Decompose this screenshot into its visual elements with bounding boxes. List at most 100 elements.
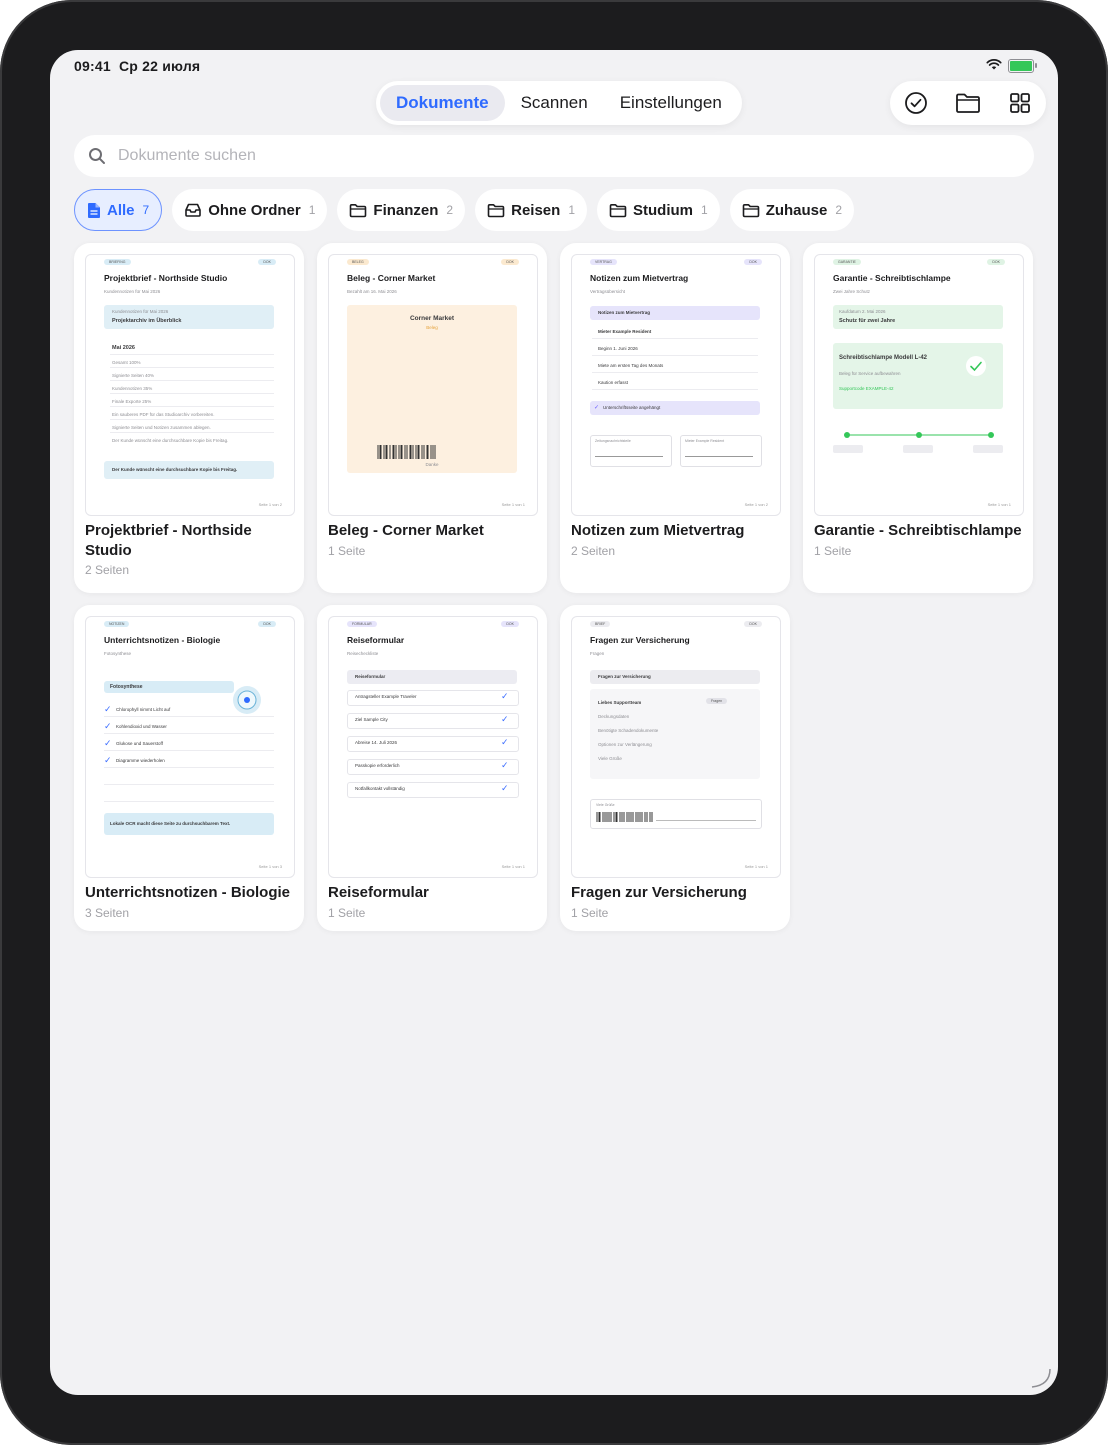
tray-icon bbox=[185, 203, 202, 217]
preview-line: Antragsteller Example Traveler bbox=[355, 694, 417, 699]
document-thumbnail: GARANTIE DOK Garantie - Schreibtischlamp… bbox=[814, 254, 1024, 516]
status-date: Ср 22 июля bbox=[119, 58, 201, 74]
select-button[interactable] bbox=[898, 85, 934, 121]
document-page-count: 1 Seite bbox=[328, 906, 366, 920]
preview-section: Fragen zur Versicherung bbox=[598, 674, 651, 679]
preview-tag: BRIEFING bbox=[104, 259, 131, 265]
preview-line: Miete am ersten Tag des Monats bbox=[598, 363, 664, 368]
folder-icon bbox=[609, 203, 627, 217]
filter-chip-zuhause[interactable]: Zuhause 2 bbox=[729, 189, 855, 231]
preview-line: Optionen zur Verlängerung bbox=[598, 742, 652, 747]
signature-left: Zeitungsnachrichtsteile bbox=[595, 439, 631, 443]
preview-line: Beginn 1. Juni 2026 bbox=[598, 346, 638, 351]
checkmark-circle-icon bbox=[905, 92, 927, 114]
barcode-icon bbox=[377, 445, 436, 459]
document-title: Notizen zum Mietvertrag bbox=[571, 522, 745, 539]
preview-line: Abreise 14. Juli 2026 bbox=[355, 740, 398, 745]
preview-meta: Zwei Jahre Schutz bbox=[833, 289, 871, 294]
document-card-garantie[interactable]: GARANTIE DOK Garantie - Schreibtischlamp… bbox=[803, 243, 1033, 593]
tab-scannen[interactable]: Scannen bbox=[505, 85, 604, 121]
preview-tag: GARANTIE bbox=[833, 259, 861, 265]
document-thumbnail: VERTRAG DOK Notizen zum Mietvertrag Vert… bbox=[571, 254, 781, 516]
document-icon bbox=[88, 202, 100, 218]
document-card-beleg[interactable]: BELEG DOK Beleg - Corner Market Bezahlt … bbox=[317, 243, 547, 593]
toolbar bbox=[890, 81, 1046, 125]
filter-chip-label: Reisen bbox=[511, 201, 561, 219]
filter-chip-alle[interactable]: Alle 7 bbox=[74, 189, 163, 231]
filter-chip-count: 1 bbox=[308, 203, 316, 217]
document-thumbnail: FORMULAR DOK Reiseformular Reisechecklis… bbox=[328, 616, 538, 878]
status-indicators bbox=[986, 57, 1037, 75]
tab-einstellungen[interactable]: Einstellungen bbox=[604, 85, 738, 121]
preview-callout-text: Der Kunde wünscht eine durchsuchbare Kop… bbox=[112, 467, 238, 472]
preview-highlight-bold: Projektarchiv im Überblick bbox=[112, 318, 182, 324]
signature-right: Mieter Example Resident bbox=[685, 439, 725, 443]
filter-chip-count: 1 bbox=[701, 203, 708, 217]
layout-button[interactable] bbox=[1002, 85, 1038, 121]
receipt-thanks: Danke bbox=[425, 462, 439, 467]
preview-line: Finale Exporte 25% bbox=[112, 399, 152, 404]
preview-line: Der Kunde wünscht eine durchsuchbare Kop… bbox=[112, 438, 229, 443]
document-card-reiseformular[interactable]: FORMULAR DOK Reiseformular Reisechecklis… bbox=[317, 605, 547, 931]
preview-tag: BRIEF bbox=[590, 621, 611, 627]
filter-chips: Alle 7 Ohne Ordner 1 Finanzen 2 Reisen 1… bbox=[74, 189, 855, 231]
document-card-unterrichtsnotizen[interactable]: NOTIZEN DOK Unterrichtsnotizen - Biologi… bbox=[74, 605, 304, 931]
status-time-date: 09:41 Ср 22 июля bbox=[74, 58, 200, 74]
folder-icon bbox=[742, 203, 759, 217]
preview-line: Mieter Example Resident bbox=[598, 329, 652, 334]
preview-line: Notizen zum Mietvertrag bbox=[598, 310, 651, 315]
preview-line: Kundennotizen 35% bbox=[112, 386, 153, 391]
check-icon: ✓ bbox=[594, 405, 600, 411]
preview-line: Signierte Seiten 40% bbox=[112, 373, 155, 378]
filter-chip-count: 2 bbox=[446, 203, 454, 217]
preview-line: Deckungsdaten bbox=[598, 714, 630, 719]
search-bar bbox=[74, 135, 1034, 177]
search-input[interactable] bbox=[116, 146, 920, 166]
document-card-projektbrief[interactable]: BRIEFING DOK Projektbrief - Northside St… bbox=[74, 243, 304, 593]
preview-product: Schreibtischlampe Modell L-42 bbox=[839, 355, 928, 361]
filter-chip-studium[interactable]: Studium 1 bbox=[597, 189, 720, 231]
document-page-count: 2 Seiten bbox=[571, 544, 616, 558]
preview-tag: VERTRAG bbox=[590, 259, 617, 265]
document-title: Beleg - Corner Market bbox=[328, 522, 484, 539]
filter-chip-finanzen[interactable]: Finanzen 2 bbox=[337, 189, 466, 231]
preview-line: Diagramme wiederholen bbox=[116, 758, 165, 763]
preview-highlight-small: Kundennotizen für Mai 2026 bbox=[112, 309, 169, 314]
preview-highlight-small: Kaufdatum 2. Mai 2026 bbox=[839, 309, 886, 314]
document-card-versicherung[interactable]: BRIEF DOK Fragen zur Versicherung Fragen… bbox=[560, 605, 790, 931]
signature-label: Viele Grüße bbox=[596, 803, 615, 807]
document-page-count: 3 Seiten bbox=[85, 906, 130, 920]
preview-footer: Seite 1 von 3 bbox=[258, 864, 282, 869]
scan-target-icon bbox=[233, 686, 261, 714]
preview-pill: Fragen bbox=[706, 698, 728, 704]
checkmark-circle-icon bbox=[966, 356, 986, 376]
receipt-title: Corner Market bbox=[409, 315, 455, 322]
document-card-mietvertrag[interactable]: VERTRAG DOK Notizen zum Mietvertrag Vert… bbox=[560, 243, 790, 593]
preview-product-code: Supportcode EXAMPLE-42 bbox=[839, 386, 894, 391]
preview-line: Passkopie erforderlich bbox=[355, 763, 400, 768]
preview-highlight-bold: Schutz für zwei Jahre bbox=[839, 318, 896, 324]
tab-dokumente[interactable]: Dokumente bbox=[380, 85, 505, 121]
preview-footer: Seite 1 von 1 bbox=[987, 502, 1011, 507]
new-folder-button[interactable] bbox=[950, 85, 986, 121]
main-tabs: Dokumente Scannen Einstellungen bbox=[376, 81, 742, 125]
document-title: Fragen zur Versicherung bbox=[571, 884, 747, 901]
preview-line: Notfallkontakt vollständig bbox=[355, 786, 405, 791]
progress-steps bbox=[833, 432, 1003, 453]
preview-heading: Garantie - Schreibtischlampe bbox=[833, 273, 951, 283]
preview-heading: Reiseformular bbox=[347, 635, 405, 645]
filter-chip-reisen[interactable]: Reisen 1 bbox=[475, 189, 587, 231]
preview-line: Viele Grüße bbox=[598, 756, 622, 761]
filter-chip-count: 7 bbox=[142, 203, 150, 217]
filter-chip-label: Zuhause bbox=[765, 201, 828, 219]
battery-icon bbox=[1008, 59, 1037, 73]
document-title: Reiseformular bbox=[328, 884, 429, 901]
document-page-count: 1 Seite bbox=[814, 544, 852, 558]
preview-tag: NOTIZEN bbox=[104, 621, 130, 627]
barcode-icon bbox=[596, 812, 653, 822]
preview-badge: DOK bbox=[258, 259, 276, 265]
document-page-count: 1 Seite bbox=[328, 544, 366, 558]
preview-check: Unterschriftsseite angehängt bbox=[603, 405, 661, 410]
filter-chip-ohne-ordner[interactable]: Ohne Ordner 1 bbox=[172, 189, 328, 231]
preview-badge: DOK bbox=[987, 259, 1005, 265]
